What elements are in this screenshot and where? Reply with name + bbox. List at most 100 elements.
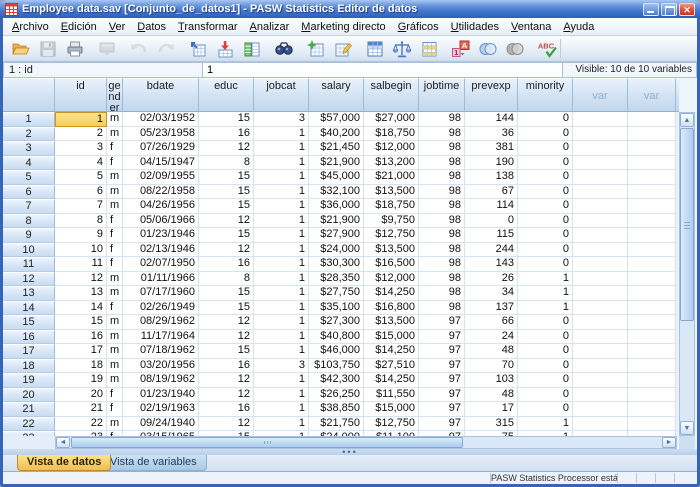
data-cell[interactable]: 0 <box>465 214 518 229</box>
data-cell[interactable]: 04/15/1947 <box>123 156 199 171</box>
data-cell[interactable]: 20 <box>55 388 107 403</box>
data-cell[interactable]: f <box>107 141 123 156</box>
row-header[interactable]: 8 <box>3 214 55 229</box>
data-cell[interactable]: $16,800 <box>364 301 419 316</box>
data-cell[interactable]: 315 <box>465 417 518 432</box>
data-cell[interactable]: 0 <box>518 127 573 142</box>
empty-var-cell[interactable] <box>573 199 628 214</box>
data-cell[interactable]: $27,000 <box>364 112 419 127</box>
data-cell[interactable]: 5 <box>55 170 107 185</box>
menu-ayuda[interactable]: Ayuda <box>557 20 600 34</box>
empty-var-cell[interactable] <box>573 315 628 330</box>
data-cell[interactable]: 3 <box>55 141 107 156</box>
weight-cases-icon[interactable] <box>388 37 415 61</box>
data-cell[interactable]: $40,800 <box>309 330 364 345</box>
data-cell[interactable]: m <box>107 359 123 374</box>
data-cell[interactable]: 15 <box>199 344 254 359</box>
data-cell[interactable]: 190 <box>465 156 518 171</box>
data-cell[interactable]: $45,000 <box>309 170 364 185</box>
data-cell[interactable]: 05/23/1958 <box>123 127 199 142</box>
data-cell[interactable]: $18,750 <box>364 127 419 142</box>
data-cell[interactable]: 15 <box>199 199 254 214</box>
column-header-jobtime[interactable]: jobtime <box>419 78 465 112</box>
data-cell[interactable]: 11 <box>55 257 107 272</box>
data-cell[interactable]: 0 <box>518 359 573 374</box>
data-cell[interactable]: 02/13/1946 <box>123 243 199 258</box>
column-header-var-2[interactable]: var <box>628 78 676 112</box>
data-cell[interactable]: 08/22/1958 <box>123 185 199 200</box>
data-cell[interactable]: 98 <box>419 243 465 258</box>
data-cell[interactable]: 24 <box>465 330 518 345</box>
data-cell[interactable]: $26,250 <box>309 388 364 403</box>
column-header-prevexp[interactable]: prevexp <box>465 78 518 112</box>
data-cell[interactable]: 12 <box>199 243 254 258</box>
data-cell[interactable]: 0 <box>518 388 573 403</box>
data-cell[interactable]: m <box>107 315 123 330</box>
data-cell[interactable]: 115 <box>465 228 518 243</box>
column-header-id[interactable]: id <box>55 78 107 112</box>
data-cell[interactable]: 103 <box>465 373 518 388</box>
data-cell[interactable]: 16 <box>55 330 107 345</box>
data-cell[interactable]: 3 <box>254 359 309 374</box>
data-cell[interactable]: 1 <box>518 272 573 287</box>
menu-ver[interactable]: Ver <box>103 20 132 34</box>
variables-icon[interactable] <box>238 37 265 61</box>
data-cell[interactable]: 15 <box>199 170 254 185</box>
data-cell[interactable]: 98 <box>419 141 465 156</box>
data-cell[interactable]: $12,750 <box>364 228 419 243</box>
data-cell[interactable]: $38,850 <box>309 402 364 417</box>
data-cell[interactable]: 381 <box>465 141 518 156</box>
data-cell[interactable]: 1 <box>254 417 309 432</box>
data-cell[interactable]: 1 <box>254 373 309 388</box>
row-header[interactable]: 3 <box>3 141 55 156</box>
data-cell[interactable]: 4 <box>55 156 107 171</box>
empty-var-cell[interactable] <box>628 141 676 156</box>
data-cell[interactable]: 98 <box>419 185 465 200</box>
data-cell[interactable]: 97 <box>419 344 465 359</box>
data-cell[interactable]: $13,500 <box>364 315 419 330</box>
menu-datos[interactable]: Datos <box>131 20 172 34</box>
row-header[interactable]: 9 <box>3 228 55 243</box>
show-all-variables-icon[interactable] <box>501 37 528 61</box>
empty-var-cell[interactable] <box>628 199 676 214</box>
data-cell[interactable]: 01/11/1966 <box>123 272 199 287</box>
data-cell[interactable]: 98 <box>419 112 465 127</box>
data-cell[interactable]: 1 <box>254 141 309 156</box>
data-cell[interactable]: 26 <box>465 272 518 287</box>
data-cell[interactable]: 2 <box>55 127 107 142</box>
data-cell[interactable]: m <box>107 330 123 345</box>
data-cell[interactable]: 15 <box>199 228 254 243</box>
row-header[interactable]: 10 <box>3 243 55 258</box>
data-cell[interactable]: $14,250 <box>364 286 419 301</box>
data-cell[interactable]: 08/29/1962 <box>123 315 199 330</box>
data-cell[interactable]: 0 <box>518 330 573 345</box>
empty-var-cell[interactable] <box>573 185 628 200</box>
data-cell[interactable]: $15,000 <box>364 402 419 417</box>
data-cell[interactable]: f <box>107 243 123 258</box>
data-cell[interactable]: 17 <box>465 402 518 417</box>
data-cell[interactable]: 14 <box>55 301 107 316</box>
horizontal-scroll-track[interactable] <box>70 437 662 448</box>
data-cell[interactable]: $103,750 <box>309 359 364 374</box>
empty-var-cell[interactable] <box>573 402 628 417</box>
row-header[interactable]: 1 <box>3 112 55 127</box>
split-file-icon[interactable] <box>361 37 388 61</box>
data-cell[interactable]: 17 <box>55 344 107 359</box>
data-cell[interactable]: 98 <box>419 127 465 142</box>
data-cell[interactable]: 16 <box>199 127 254 142</box>
data-cell[interactable]: 98 <box>419 228 465 243</box>
empty-var-cell[interactable] <box>573 330 628 345</box>
data-cell[interactable]: 12 <box>199 315 254 330</box>
menu-archivo[interactable]: Archivo <box>6 20 55 34</box>
empty-var-cell[interactable] <box>573 170 628 185</box>
data-cell[interactable]: 0 <box>518 156 573 171</box>
data-cell[interactable]: $27,510 <box>364 359 419 374</box>
vertical-scroll-thumb[interactable] <box>680 128 694 321</box>
column-header-bdate[interactable]: bdate <box>123 78 199 112</box>
empty-var-cell[interactable] <box>628 330 676 345</box>
row-header[interactable]: 6 <box>3 185 55 200</box>
data-cell[interactable]: 97 <box>419 402 465 417</box>
data-cell[interactable]: 98 <box>419 272 465 287</box>
column-header-salbegin[interactable]: salbegin <box>364 78 419 112</box>
row-header[interactable]: 19 <box>3 373 55 388</box>
